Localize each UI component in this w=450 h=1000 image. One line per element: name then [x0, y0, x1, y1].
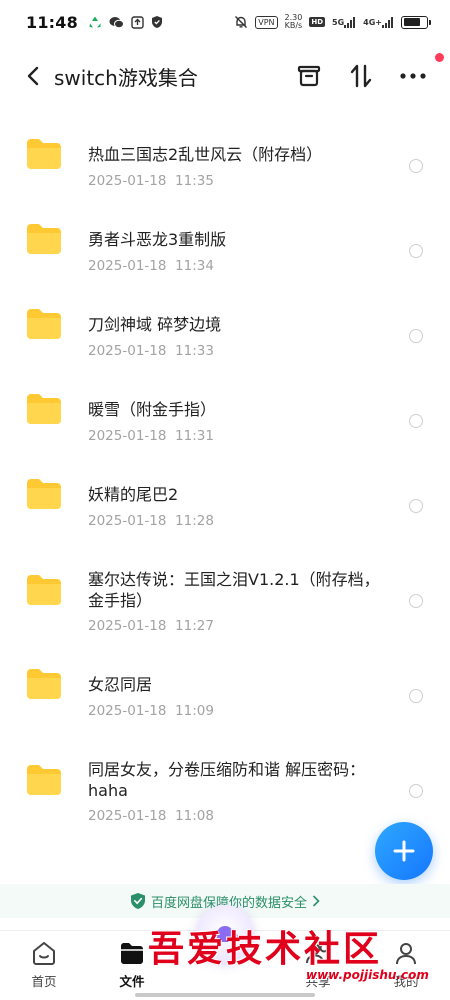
signal-4g: 4G+: [363, 16, 394, 28]
file-name: 女忍同居: [88, 675, 153, 694]
sort-arrows-icon: [350, 64, 372, 88]
file-date: 2025-01-18 11:09: [88, 703, 214, 719]
signal-bars-icon: [344, 16, 356, 28]
file-name: 同居女友，分卷压缩防和谐 解压密码：haha: [88, 760, 366, 800]
network-speed-unit: KB/s: [284, 21, 303, 30]
nav-item-home[interactable]: 首页: [14, 939, 74, 990]
file-date: 2025-01-18 11:34: [88, 258, 214, 274]
nav-label-mine: 我的: [393, 974, 419, 989]
folder-icon: [27, 575, 61, 605]
file-date: 2025-01-18 11:08: [88, 808, 214, 824]
add-button[interactable]: [375, 822, 433, 880]
battery-icon: [401, 15, 431, 29]
cloud-icon: [212, 926, 238, 942]
nav-item-share[interactable]: 共享: [288, 939, 348, 990]
file-date: 2025-01-18 11:28: [88, 513, 214, 529]
file-name: 热血三国志2乱世风云（附存档）: [88, 145, 323, 164]
notification-dot: [435, 53, 444, 62]
bottom-nav: 首页 文件 共享 我的: [0, 905, 450, 1000]
nav-label-share: 共享: [305, 974, 331, 989]
status-system-icons: VPN 2.30 KB/s HD 5G 4G+: [234, 14, 431, 30]
hd-badge: HD: [309, 17, 326, 27]
mute-bell-icon: [234, 15, 248, 29]
recycle-icon: [88, 15, 102, 29]
plus-icon: [393, 840, 415, 862]
folder-icon: [27, 479, 61, 509]
status-notification-icons: [88, 15, 163, 29]
file-name: 勇者斗恶龙3重制版: [88, 230, 227, 249]
list-item[interactable]: 暖雪（附金手指） 2025-01-18 11:31: [0, 367, 450, 452]
sort-button[interactable]: [346, 61, 376, 91]
folder-filled-icon: [121, 943, 143, 964]
share-people-icon: [306, 943, 329, 964]
select-radio[interactable]: [409, 329, 423, 343]
folder-icon: [27, 765, 61, 795]
file-name: 暖雪（附金手指）: [88, 400, 217, 419]
status-bar: 11:48 VPN 2.30 KB/s HD 5G 4G+: [0, 0, 450, 44]
nav-label-home: 首页: [31, 974, 57, 989]
file-date: 2025-01-18 11:33: [88, 343, 214, 359]
nav-item-files[interactable]: 文件: [102, 939, 162, 990]
list-item[interactable]: 塞尔达传说：王国之泪V1.2.1（附存档，金手指） 2025-01-18 11:…: [0, 537, 450, 642]
wechat-icon: [109, 16, 124, 29]
folder-icon: [27, 309, 61, 339]
file-date: 2025-01-18 11:35: [88, 173, 214, 189]
signal-bars-icon: [382, 16, 393, 28]
center-feature-button[interactable]: [196, 905, 254, 963]
folder-icon: [27, 669, 61, 699]
vpn-badge: VPN: [255, 15, 278, 29]
folder-icon: [27, 394, 61, 424]
user-icon: [396, 943, 416, 965]
select-radio[interactable]: [409, 159, 423, 173]
status-time: 11:48: [26, 12, 78, 32]
nav-item-mine[interactable]: 我的: [376, 939, 436, 990]
shield-check-icon: [151, 15, 163, 29]
list-item[interactable]: 热血三国志2乱世风云（附存档） 2025-01-18 11:35: [0, 112, 450, 197]
file-name: 塞尔达传说：王国之泪V1.2.1（附存档，金手指）: [88, 570, 380, 610]
more-dots-icon: [400, 73, 426, 79]
header-actions: [294, 53, 444, 91]
battery-level: [403, 18, 420, 26]
list-item[interactable]: 女忍同居 2025-01-18 11:09: [0, 642, 450, 727]
shield-check-icon: [130, 893, 145, 909]
folder-icon: [27, 224, 61, 254]
chevron-left-icon: [27, 66, 39, 86]
list-item[interactable]: 勇者斗恶龙3重制版 2025-01-18 11:34: [0, 197, 450, 282]
transfer-list-button[interactable]: [294, 61, 324, 91]
more-button[interactable]: [398, 53, 444, 91]
home-icon: [33, 942, 55, 965]
archive-box-icon: [297, 65, 321, 87]
list-item[interactable]: 妖精的尾巴2 2025-01-18 11:28: [0, 452, 450, 537]
signal-5g: 5G: [332, 16, 356, 28]
page-header: switch游戏集合: [0, 50, 450, 102]
file-date: 2025-01-18 11:27: [88, 618, 214, 634]
home-indicator[interactable]: [135, 993, 315, 997]
select-radio[interactable]: [409, 244, 423, 258]
list-item[interactable]: 刀剑神域 碎梦边境 2025-01-18 11:33: [0, 282, 450, 367]
folder-icon: [27, 139, 61, 169]
page-title: switch游戏集合: [54, 65, 198, 90]
file-name: 刀剑神域 碎梦边境: [88, 315, 222, 334]
file-list: 热血三国志2乱世风云（附存档） 2025-01-18 11:35 勇者斗恶龙3重…: [0, 112, 450, 832]
net-5g-label: 5G: [332, 17, 345, 27]
select-radio[interactable]: [409, 689, 423, 703]
select-radio[interactable]: [409, 784, 423, 798]
select-radio[interactable]: [409, 499, 423, 513]
back-button[interactable]: [18, 61, 48, 91]
nav-label-files: 文件: [119, 974, 145, 989]
file-name: 妖精的尾巴2: [88, 485, 179, 504]
net-4g-label: 4G+: [363, 17, 382, 27]
chevron-right-icon: [313, 895, 320, 907]
file-date: 2025-01-18 11:31: [88, 428, 214, 444]
select-radio[interactable]: [409, 594, 423, 608]
network-speed: 2.30 KB/s: [285, 14, 303, 30]
select-radio[interactable]: [409, 414, 423, 428]
list-item[interactable]: 同居女友，分卷压缩防和谐 解压密码：haha 2025-01-18 11:08: [0, 727, 450, 832]
upload-icon: [131, 15, 144, 29]
